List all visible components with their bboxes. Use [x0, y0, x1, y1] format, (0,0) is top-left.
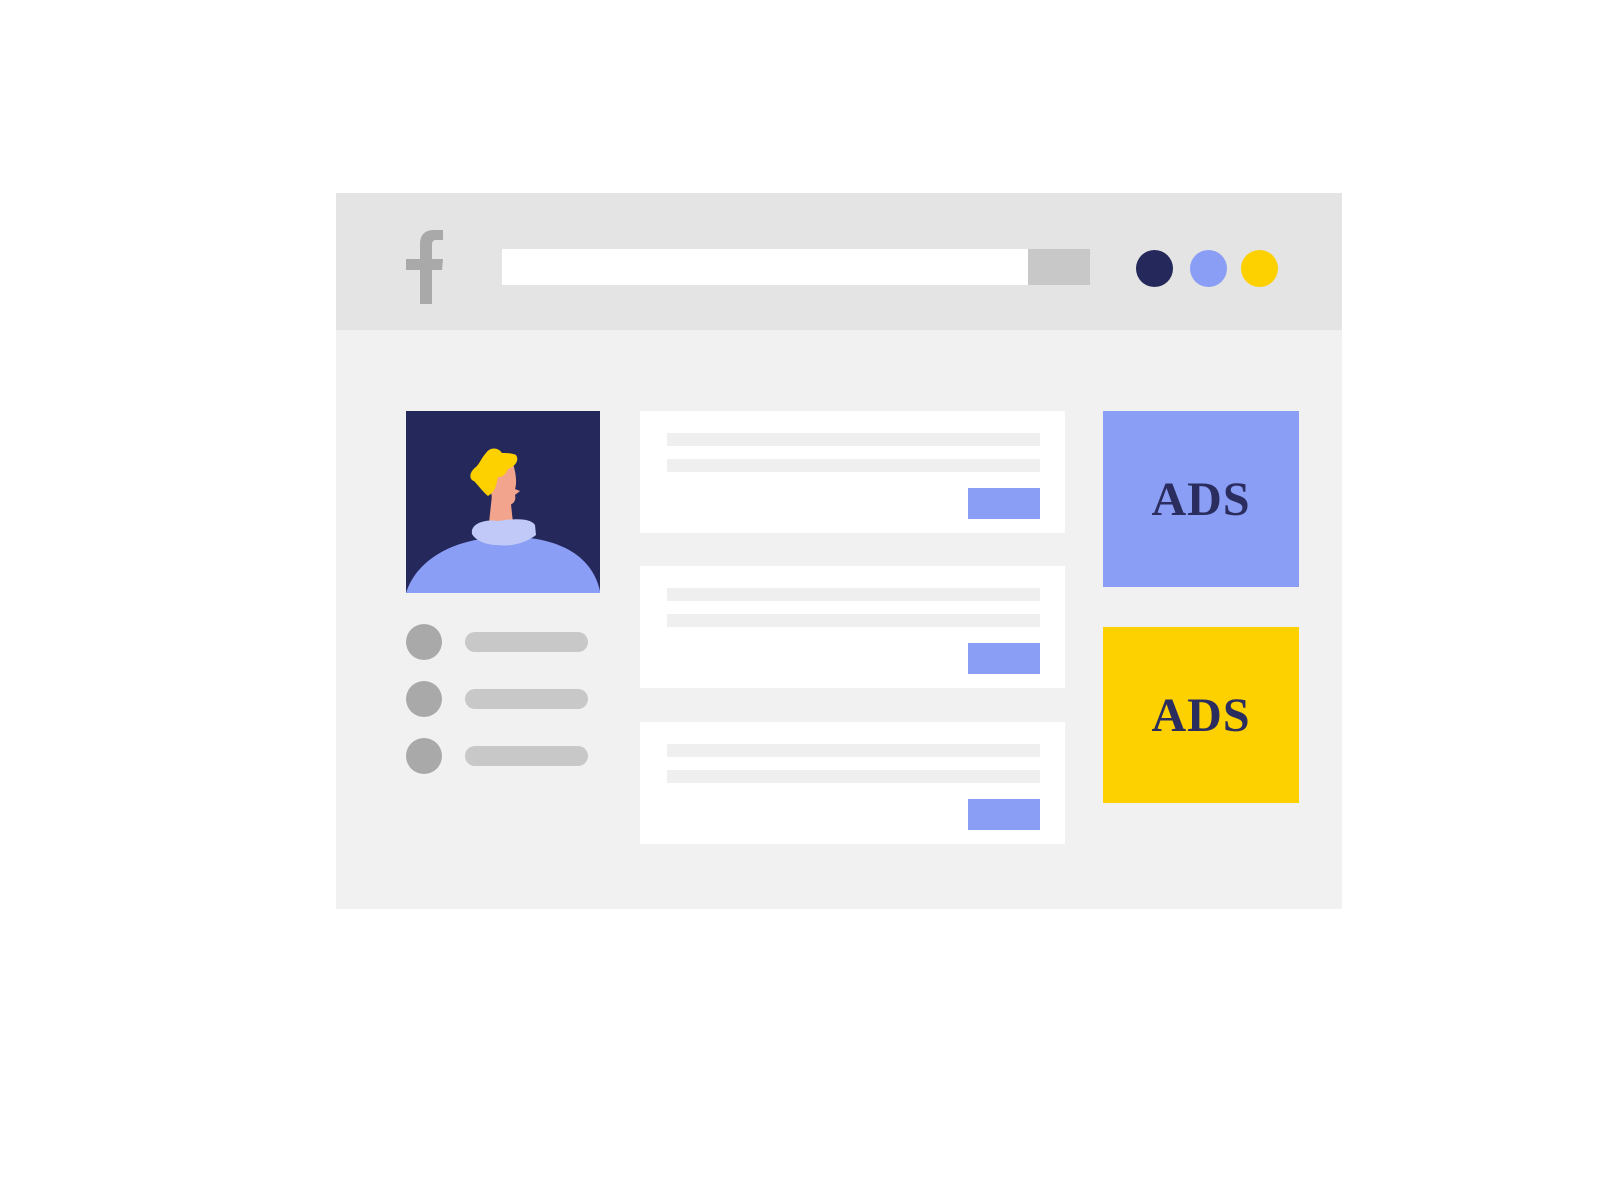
menu-item-label	[465, 746, 588, 766]
post-text-line	[667, 744, 1040, 757]
profile-menu-item[interactable]	[406, 681, 590, 717]
top-navigation-bar	[336, 193, 1342, 330]
window-dot-navy[interactable]	[1136, 250, 1173, 287]
post-text-line	[667, 614, 1040, 627]
profile-menu-item[interactable]	[406, 624, 590, 660]
menu-item-label	[465, 632, 588, 652]
search-input[interactable]	[502, 249, 1028, 285]
ad-label: ADS	[1151, 688, 1251, 742]
post-text-line	[667, 459, 1040, 472]
feed-post	[640, 722, 1065, 844]
post-text-line	[667, 588, 1040, 601]
feed-post	[640, 411, 1065, 533]
feed-post	[640, 566, 1065, 688]
profile-avatar[interactable]	[406, 411, 600, 593]
facebook-logo-shape	[406, 230, 443, 304]
browser-window: ADS ADS	[336, 193, 1342, 909]
facebook-logo-icon[interactable]	[406, 230, 446, 304]
profile-menu-item[interactable]	[406, 738, 590, 774]
menu-item-circle-icon	[406, 681, 442, 717]
window-dot-periwinkle[interactable]	[1190, 250, 1227, 287]
menu-item-circle-icon	[406, 738, 442, 774]
ad-banner-yellow[interactable]: ADS	[1103, 627, 1299, 803]
menu-item-label	[465, 689, 588, 709]
post-action-button[interactable]	[968, 799, 1040, 830]
post-action-button[interactable]	[968, 643, 1040, 674]
search-button[interactable]	[1028, 249, 1090, 285]
person-illustration-icon	[406, 448, 600, 593]
menu-item-circle-icon	[406, 624, 442, 660]
window-dot-yellow[interactable]	[1241, 250, 1278, 287]
post-action-button[interactable]	[968, 488, 1040, 519]
ad-banner-periwinkle[interactable]: ADS	[1103, 411, 1299, 587]
post-text-line	[667, 770, 1040, 783]
post-text-line	[667, 433, 1040, 446]
ad-label: ADS	[1151, 472, 1251, 526]
